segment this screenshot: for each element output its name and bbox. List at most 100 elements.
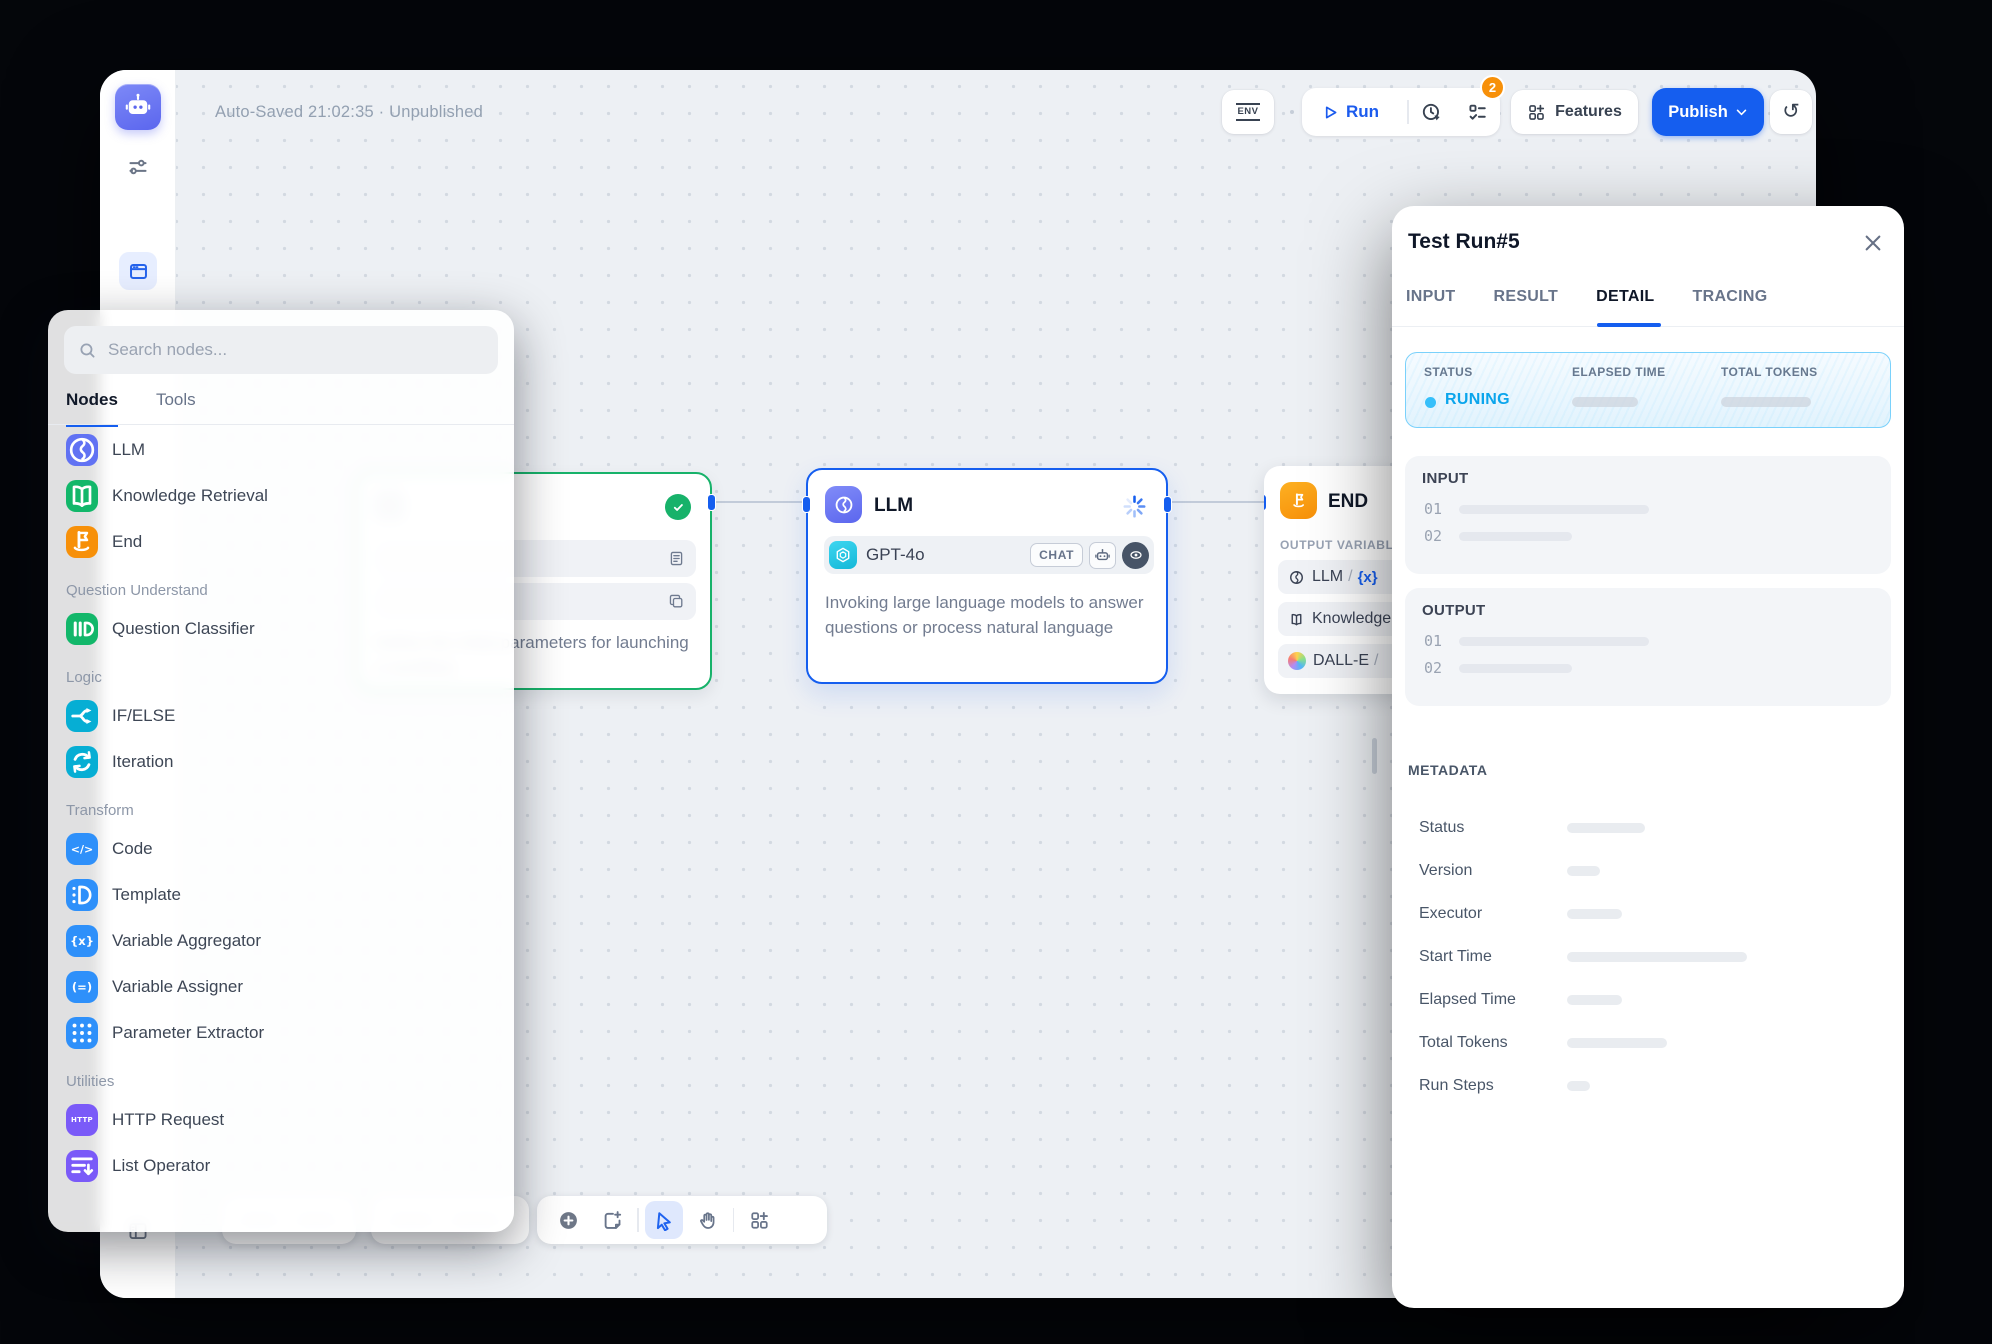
tab-tools[interactable]: Tools [156, 390, 196, 427]
end-node-title: END [1328, 491, 1368, 513]
close-icon[interactable] [1862, 232, 1884, 254]
agent-badge[interactable] [1089, 542, 1116, 569]
edge-llm-to-end [1168, 501, 1266, 503]
list-icon [66, 1150, 98, 1182]
tab-detail[interactable]: DETAIL [1596, 288, 1654, 306]
node-item-code[interactable]: </>Code [66, 833, 502, 865]
run-toolbar: Run 2 [1302, 88, 1500, 136]
node-item-question-classifier[interactable]: Question Classifier [66, 613, 502, 645]
node-item-end[interactable]: End [66, 526, 502, 558]
metadata-row: Run Steps [1419, 1064, 1884, 1107]
elapsed-placeholder [1572, 397, 1638, 407]
aggregator-icon: {x} [66, 925, 98, 957]
metadata-row: Status [1419, 806, 1884, 849]
edge-start-to-llm [712, 501, 808, 503]
canvas-scrollbar[interactable] [1372, 738, 1377, 774]
node-item-template[interactable]: Template [66, 879, 502, 911]
run-history-button[interactable] [1409, 102, 1455, 123]
llm-icon [825, 486, 862, 523]
divider [48, 424, 514, 425]
model-selector[interactable]: GPT-4o CHAT [824, 536, 1154, 574]
node-item-if-else[interactable]: IF/ELSE [66, 700, 502, 732]
template-icon [66, 879, 98, 911]
env-button[interactable]: ENV [1222, 90, 1274, 134]
eye-icon [1128, 547, 1144, 563]
llm-output-handle[interactable] [1163, 496, 1172, 513]
metadata-row: Version [1419, 849, 1884, 892]
search-input[interactable] [106, 339, 484, 361]
row-number: 02 [1424, 659, 1442, 677]
tab-tracing[interactable]: TRACING [1693, 288, 1768, 306]
end-icon [66, 526, 98, 558]
plus-circle-icon [558, 1210, 579, 1231]
add-node-button[interactable] [549, 1201, 587, 1239]
node-item-iteration[interactable]: Iteration [66, 746, 502, 778]
node-item-parameter-extractor[interactable]: Parameter Extractor [66, 1017, 502, 1049]
divider [733, 1208, 735, 1232]
tab-nodes[interactable]: Nodes [66, 390, 118, 427]
tokens-column-label: TOTAL TOKENS [1721, 365, 1818, 379]
hand-icon [697, 1210, 718, 1231]
node-item-http-request[interactable]: HTTPHTTP Request [66, 1104, 502, 1136]
tab-input[interactable]: INPUT [1406, 288, 1456, 306]
version-history-button[interactable]: ↺ [1770, 90, 1812, 134]
node-item-variable-assigner[interactable]: (=)Variable Assigner [66, 971, 502, 1003]
running-status-value: RUNING [1445, 391, 1510, 409]
node-item-label: Knowledge Retrieval [112, 486, 268, 506]
node-item-llm[interactable]: LLM [66, 434, 502, 466]
variable-source: Knowledge [1312, 610, 1391, 628]
metadata-rows: StatusVersionExecutorStart TimeElapsed T… [1419, 806, 1884, 1107]
metadata-label: Elapsed Time [1419, 991, 1567, 1009]
hand-tool-button[interactable] [689, 1201, 727, 1239]
file-text-icon [668, 550, 685, 567]
screenshot-stage: Define the initial parameters for launch… [0, 0, 1992, 1344]
organize-nodes-button[interactable] [740, 1201, 778, 1239]
llm-input-handle[interactable] [802, 496, 811, 513]
robot-app-icon [123, 92, 153, 122]
variable-source: DALL-E [1313, 652, 1369, 670]
output-card: OUTPUT 01 02 [1405, 588, 1891, 706]
sliders-icon[interactable] [127, 156, 149, 178]
test-run-tabs: INPUT RESULT DETAIL TRACING [1406, 288, 1768, 306]
publish-button[interactable]: Publish [1652, 88, 1764, 136]
assigner-icon: (=) [66, 971, 98, 1003]
separator: / [1374, 652, 1378, 670]
metadata-row: Executor [1419, 892, 1884, 935]
http-icon: HTTP [66, 1104, 98, 1136]
start-node-output-handle[interactable] [707, 494, 716, 511]
node-item-variable-aggregator[interactable]: {x}Variable Aggregator [66, 925, 502, 957]
tab-result[interactable]: RESULT [1494, 288, 1559, 306]
node-item-list-operator[interactable]: List Operator [66, 1150, 502, 1182]
metadata-title: METADATA [1408, 762, 1487, 778]
run-button[interactable]: Run [1302, 102, 1407, 122]
brain-icon [1288, 569, 1305, 586]
checklist-icon [1467, 102, 1488, 123]
end-input-handle[interactable] [1264, 494, 1267, 511]
metadata-value-placeholder [1567, 1038, 1667, 1048]
checklist-button[interactable] [1454, 102, 1500, 123]
autosave-status: Auto-Saved 21:02:35 · Unpublished [215, 103, 483, 122]
pointer-tool-button[interactable] [645, 1201, 683, 1239]
llm-node[interactable]: LLM GPT-4o CHAT Invoking large language … [806, 468, 1168, 684]
add-note-button[interactable] [593, 1201, 631, 1239]
node-item-knowledge-retrieval[interactable]: Knowledge Retrieval [66, 480, 502, 512]
node-panel-tabs: Nodes Tools [66, 390, 196, 427]
input-card-title: INPUT [1422, 470, 1469, 487]
metadata-value-placeholder [1567, 866, 1600, 876]
vision-badge[interactable] [1122, 542, 1149, 569]
panel-toggle-button[interactable] [119, 252, 157, 290]
features-button[interactable]: Features [1511, 90, 1638, 134]
status-column-label: STATUS [1424, 365, 1473, 379]
group-header: Transform [66, 802, 502, 819]
toolbar-separator-dot [1290, 110, 1294, 114]
node-search[interactable] [64, 326, 498, 374]
row-number: 01 [1424, 632, 1442, 650]
organize-icon [749, 1210, 770, 1231]
node-item-label: Parameter Extractor [112, 1023, 264, 1043]
ifelse-icon [66, 700, 98, 732]
clock-run-icon [1421, 102, 1442, 123]
app-logo[interactable] [115, 84, 161, 130]
output-card-title: OUTPUT [1422, 602, 1485, 619]
node-list: LLMKnowledge RetrievalEndQuestion Unders… [66, 434, 502, 1196]
cursor-icon [653, 1210, 674, 1231]
